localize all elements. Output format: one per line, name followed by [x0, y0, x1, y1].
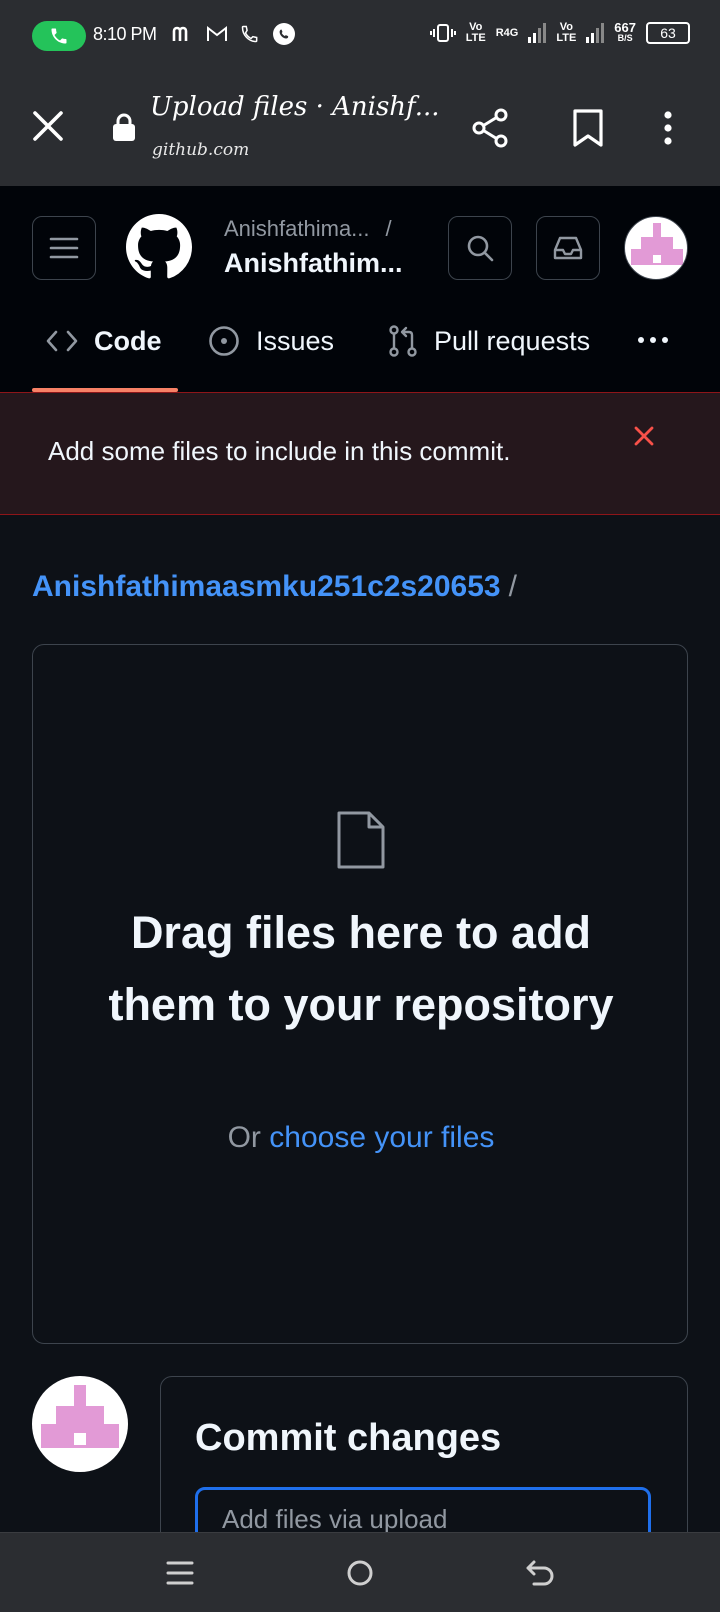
choose-files-link[interactable]: choose your files — [269, 1121, 494, 1154]
file-drop-zone[interactable]: Drag files here to add them to your repo… — [32, 644, 688, 1344]
repo-owner-link[interactable]: Anishfathima... / — [224, 216, 392, 242]
browser-toolbar: Upload files · Anishf... github.com — [0, 72, 720, 186]
github-header: Anishfathima... / Anishfathim... Code Iss… — [0, 186, 720, 392]
tab-pull-requests[interactable]: Pull requests — [388, 294, 590, 388]
ongoing-call-indicator[interactable] — [32, 21, 86, 51]
battery-indicator: 63 — [646, 22, 690, 44]
inbox-button[interactable] — [536, 216, 600, 280]
user-avatar[interactable] — [624, 216, 688, 280]
back-icon[interactable] — [520, 1553, 560, 1593]
gmail-icon — [207, 25, 227, 41]
status-right: Vo LTE R4G Vo LTE 667 B/S 63 — [429, 20, 690, 44]
page-url[interactable]: github.com — [152, 140, 249, 160]
more-options-icon[interactable] — [656, 108, 680, 148]
issue-icon — [209, 326, 239, 356]
status-time: 8:10 PM — [93, 24, 157, 44]
commit-title: Commit changes — [195, 1417, 502, 1459]
system-nav-bar — [0, 1532, 720, 1612]
phone-icon — [51, 28, 67, 44]
tab-issues[interactable]: Issues — [208, 294, 334, 388]
tab-code[interactable]: Code — [46, 294, 162, 388]
whatsapp-icon — [273, 23, 295, 45]
hamburger-icon — [49, 237, 79, 259]
network-r4g: R4G — [495, 26, 519, 39]
drop-zone-subtitle: Or choose your files — [227, 1121, 495, 1154]
github-logo-icon[interactable] — [126, 214, 192, 280]
global-nav-menu-button[interactable] — [32, 216, 96, 280]
tab-code-label: Code — [94, 325, 162, 356]
notification-icons — [172, 22, 296, 46]
lock-icon[interactable] — [110, 112, 138, 142]
drop-zone-title: Drag files here to add them to your repo… — [108, 907, 614, 1030]
breadcrumb: Anishfathimaasmku251c2s20653/ — [32, 570, 517, 604]
net-speed: 667 B/S — [614, 20, 636, 43]
flash-message: Add some files to include in this commit… — [48, 436, 511, 466]
code-icon — [46, 330, 78, 352]
tabs-overflow-button[interactable] — [638, 322, 674, 358]
signal-icon-1 — [528, 23, 547, 43]
flash-close-icon[interactable] — [632, 424, 656, 448]
breadcrumb-separator: / — [508, 570, 517, 603]
tab-issues-label: Issues — [256, 325, 335, 356]
home-icon[interactable] — [340, 1553, 380, 1593]
file-icon — [337, 811, 385, 869]
network-lte-2: Vo LTE — [556, 21, 577, 44]
identicon-avatar-icon — [631, 223, 683, 265]
recent-apps-icon[interactable] — [160, 1553, 200, 1593]
vibrate-icon — [429, 24, 456, 42]
tab-pull-requests-label: Pull requests — [434, 325, 591, 356]
identicon-avatar-icon — [41, 1385, 119, 1448]
commit-author-avatar — [32, 1376, 128, 1472]
flash-error-banner: Add some files to include in this commit… — [0, 392, 720, 515]
repo-tabs: Code Issues Pull requests — [0, 294, 720, 392]
status-bar: 8:10 PM Vo LTE R4G Vo LTE 667 B/S 63 — [0, 0, 720, 72]
search-button[interactable] — [448, 216, 512, 280]
bookmark-icon[interactable] — [570, 108, 606, 148]
share-icon[interactable] — [468, 106, 512, 150]
breadcrumb-repo-link[interactable]: Anishfathimaasmku251c2s20653 — [32, 570, 501, 603]
pull-request-icon — [389, 325, 417, 357]
search-icon — [467, 235, 494, 262]
repo-name-link[interactable]: Anishfathim... — [224, 248, 403, 279]
network-lte-1: Vo LTE — [465, 21, 486, 44]
signal-icon-2 — [586, 23, 605, 43]
m-app-icon — [172, 26, 188, 41]
close-tab-icon[interactable] — [28, 106, 68, 146]
missed-call-icon — [241, 25, 258, 43]
inbox-icon — [553, 236, 583, 260]
page-title[interactable]: Upload files · Anishf... — [150, 92, 440, 122]
